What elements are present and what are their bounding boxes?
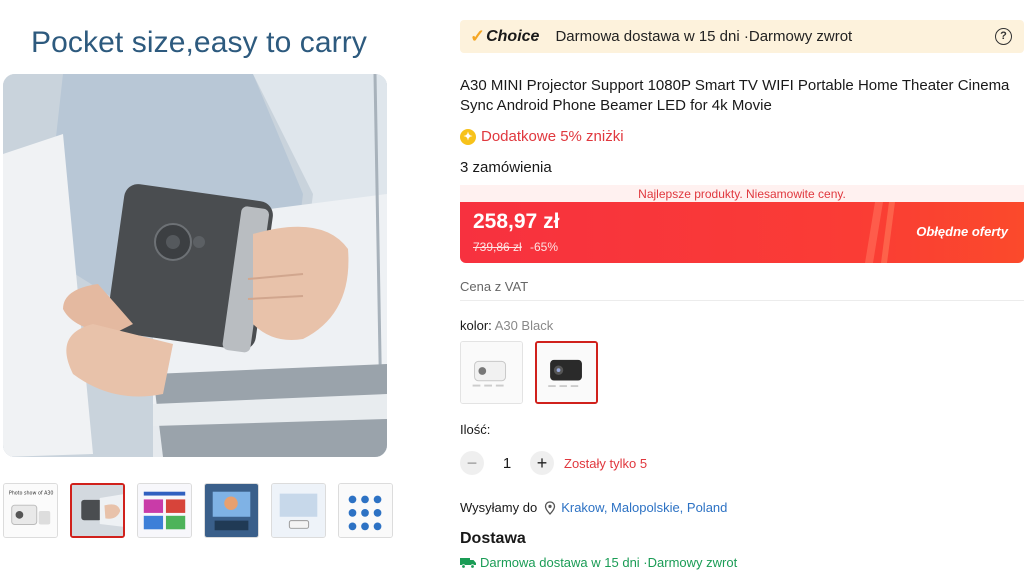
location-pin-icon (545, 500, 556, 515)
increment-button[interactable]: + (530, 451, 554, 475)
image-gallery: Pocket size,easy to carry Photo show of … (0, 0, 400, 575)
choice-logo-text: Choice (486, 27, 540, 45)
ship-to-label: Wysyłamy do (460, 500, 538, 515)
ship-to-location[interactable]: Krakow, Malopolskie, Poland (561, 500, 727, 515)
thumbnail-4[interactable] (204, 483, 259, 538)
thumbnail-caption: Photo show of A30 (9, 491, 54, 497)
hero-caption: Pocket size,easy to carry (31, 26, 367, 59)
quantity-label: Ilość: (460, 422, 491, 437)
delivery-text: Darmowa dostawa w 15 dni ·Darmowy zwrot (480, 555, 738, 570)
choice-banner: ✓ Choice Darmowa dostawa w 15 dni ·Darmo… (460, 20, 1024, 53)
extra-discount[interactable]: ✦ Dodatkowe 5% zniżki (460, 128, 624, 145)
deal-label: Obłędne oferty (916, 224, 1008, 239)
main-product-image[interactable] (3, 74, 387, 457)
color-label-text: kolor: (460, 318, 495, 333)
thumbnail-5[interactable] (271, 483, 326, 538)
truck-icon (460, 557, 476, 569)
stock-warning: Zostały tylko 5 (564, 455, 648, 471)
extra-discount-text: Dodatkowe 5% zniżki (481, 128, 624, 145)
swatch-black[interactable] (535, 341, 598, 404)
delivery-title: Dostawa (460, 530, 526, 547)
price-box: 258,97 zł 739,86 zł -65% Obłędne oferty (460, 202, 1024, 263)
swatch-white[interactable] (460, 341, 523, 404)
thumbnail-1[interactable]: Photo show of A30 (3, 483, 58, 538)
choice-banner-text: Darmowa dostawa w 15 dni ·Darmowy zwrot (555, 28, 853, 45)
original-price: 739,86 zł (473, 240, 522, 254)
promo-strip: Najlepsze produkty. Niesamowite ceny. (460, 185, 1024, 203)
current-price: 258,97 zł (473, 210, 560, 233)
ship-to: Wysyłamy do Krakow, Malopolskie, Poland (460, 500, 727, 515)
check-icon: ✓ (470, 26, 486, 46)
coin-icon: ✦ (460, 128, 476, 145)
thumbnail-6[interactable] (338, 483, 393, 538)
stripes-decoration (865, 202, 895, 263)
thumbnail-2[interactable] (70, 483, 125, 538)
product-title: A30 MINI Projector Support 1080P Smart T… (460, 77, 1010, 114)
choice-logo: ✓ Choice (470, 26, 539, 47)
quantity-value[interactable]: 1 (484, 455, 530, 472)
vat-note: Cena z VAT (460, 279, 529, 294)
decrement-button[interactable]: − (460, 451, 484, 475)
color-label: kolor: A30 Black (460, 318, 553, 333)
discount-percent: -65% (530, 240, 559, 254)
orders-count: 3 zamówienia (460, 159, 552, 176)
color-swatches (460, 341, 598, 404)
color-value: A30 Black (494, 318, 554, 333)
thumbnail-strip: Photo show of A30 (3, 483, 393, 538)
divider (460, 300, 1024, 301)
question-circle-icon[interactable]: ? (995, 28, 1012, 45)
quantity-stepper: − 1 + Zostały tylko 5 (460, 451, 647, 475)
product-info: ✓ Choice Darmowa dostawa w 15 dni ·Darmo… (460, 0, 1024, 575)
thumbnail-3[interactable] (137, 483, 192, 538)
delivery-info: Darmowa dostawa w 15 dni ·Darmowy zwrot (460, 555, 737, 570)
